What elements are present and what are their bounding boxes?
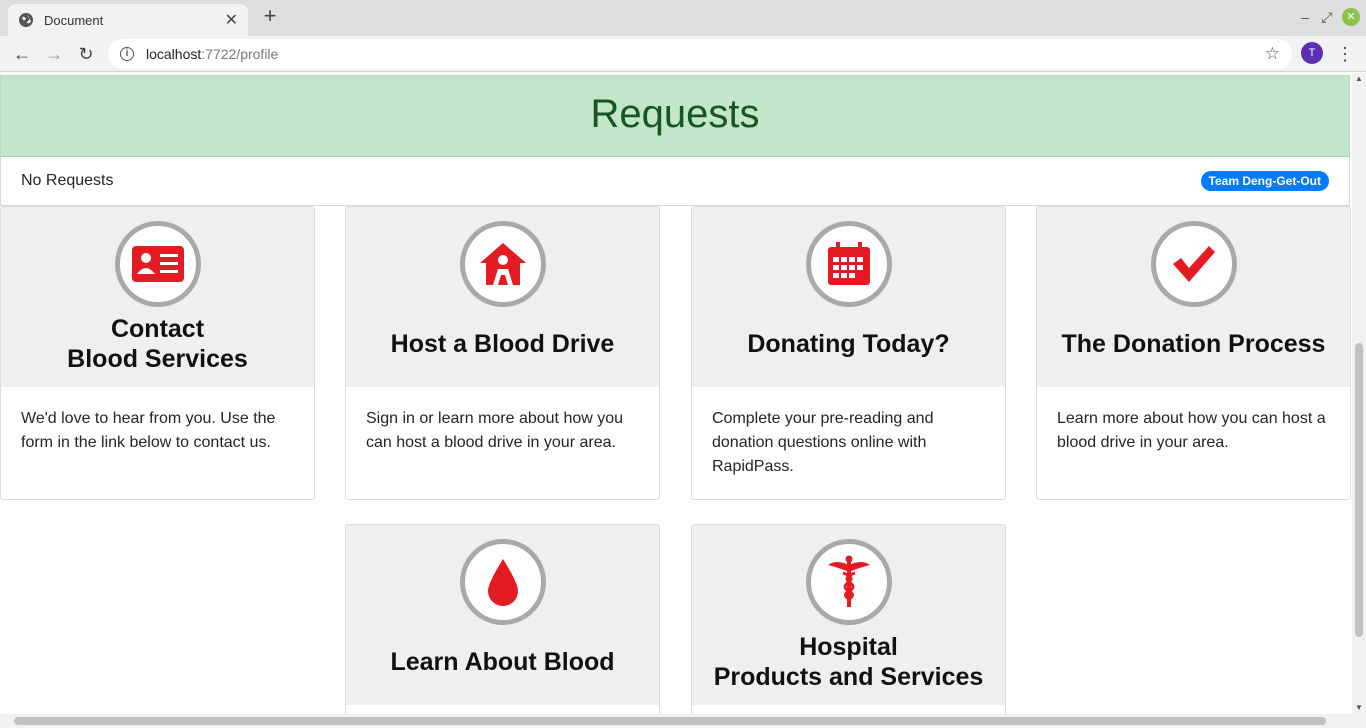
browser-toolbar: ← → ↻ i localhost:7722/profile ☆ T ⋮ — [0, 36, 1366, 72]
caduceus-icon — [805, 539, 892, 625]
card-title: The Donation Process — [1061, 330, 1326, 358]
horizontal-scrollbar[interactable] — [0, 714, 1366, 728]
card-title: Hospital — [799, 633, 898, 661]
card-header: Contact Blood Services — [1, 207, 314, 387]
vertical-scroll-thumb[interactable] — [1355, 343, 1363, 637]
card-header: Donating Today? — [692, 207, 1005, 387]
kebab-menu-icon[interactable]: ⋮ — [1336, 42, 1354, 66]
house-person-icon — [459, 221, 546, 307]
card-title: Contact — [110, 315, 205, 343]
globe-icon — [19, 13, 33, 27]
card-title-line2: Blood Services — [67, 345, 248, 373]
new-tab-button[interactable]: + — [258, 5, 282, 29]
card-text: Learn more about how you can host a bloo… — [1057, 410, 1326, 451]
horizontal-scroll-thumb[interactable] — [14, 717, 1326, 725]
forward-arrow-icon[interactable]: → — [42, 42, 66, 66]
card-learn-about-blood[interactable]: Learn About Blood — [345, 524, 660, 714]
info-icon[interactable]: i — [120, 47, 134, 61]
blood-drop-icon — [459, 539, 546, 625]
requests-body: No Requests Team Deng-Get-Out — [0, 157, 1350, 206]
bookmark-star-icon[interactable]: ☆ — [1265, 44, 1280, 64]
card-title: Host a Blood Drive — [390, 330, 615, 358]
team-badge: Team Deng-Get-Out — [1200, 171, 1329, 191]
vertical-scrollbar[interactable]: ▲ ▼ — [1352, 73, 1366, 714]
card-header: Hospital Products and Services — [692, 525, 1005, 705]
card-title: Learn About Blood — [390, 648, 615, 676]
url-text[interactable]: localhost:7722/profile — [146, 46, 1265, 62]
profile-avatar[interactable]: T — [1301, 42, 1323, 64]
card-title: Donating Today? — [747, 330, 950, 358]
browser-tab-strip: Document ✕ + – ⤢ ✕ — [0, 0, 1366, 36]
id-card-icon — [114, 221, 201, 307]
page-viewport: Requests No Requests Team Deng-Get-Out C… — [0, 73, 1352, 714]
no-requests-text: No Requests — [21, 172, 114, 189]
browser-tab[interactable]: Document ✕ — [8, 4, 248, 36]
card-header: Learn About Blood — [346, 525, 659, 705]
card-header: The Donation Process — [1037, 207, 1350, 387]
card-text: Sign in or learn more about how you can … — [366, 410, 624, 451]
tab-title: Document — [44, 12, 104, 28]
back-arrow-icon[interactable]: ← — [10, 42, 34, 66]
card-donation-process[interactable]: The Donation Process Learn more about ho… — [1036, 206, 1351, 500]
minimize-icon[interactable]: – — [1296, 8, 1314, 26]
address-bar[interactable]: i localhost:7722/profile ☆ — [108, 39, 1292, 69]
card-host-blood-drive[interactable]: Host a Blood Drive Sign in or learn more… — [345, 206, 660, 500]
reload-icon[interactable]: ↻ — [74, 42, 98, 66]
calendar-icon — [805, 221, 892, 307]
card-donating-today[interactable]: Donating Today? Complete your pre-readin… — [691, 206, 1006, 500]
tab-close-icon[interactable]: ✕ — [225, 10, 238, 30]
card-title-line2: Products and Services — [713, 663, 984, 691]
card-text: Complete your pre-reading and donation q… — [712, 410, 934, 475]
scroll-up-icon[interactable]: ▲ — [1355, 74, 1363, 83]
card-header: Host a Blood Drive — [346, 207, 659, 387]
card-contact-blood-services[interactable]: Contact Blood Services We'd love to hear… — [0, 206, 315, 500]
restore-icon[interactable]: ⤢ — [1318, 8, 1336, 26]
card-hospital-products[interactable]: Hospital Products and Services — [691, 524, 1006, 714]
checkmark-icon — [1150, 221, 1237, 307]
requests-header: Requests — [0, 75, 1350, 157]
requests-heading: Requests — [590, 92, 760, 136]
scroll-down-icon[interactable]: ▼ — [1355, 703, 1363, 712]
card-text: We'd love to hear from you. Use the form… — [21, 410, 276, 451]
window-close-icon[interactable]: ✕ — [1342, 8, 1360, 26]
